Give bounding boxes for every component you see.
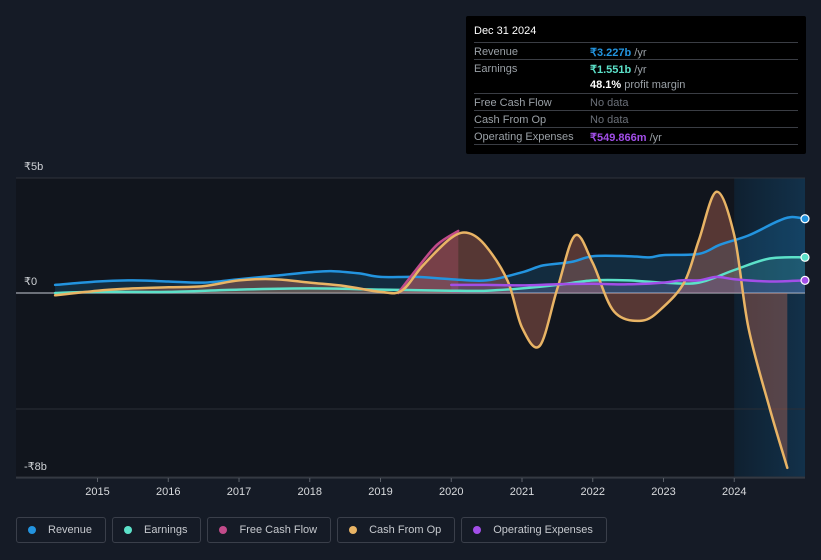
- tooltip-value-number: No data: [590, 97, 629, 109]
- earnings-dot-icon: [124, 526, 133, 534]
- tooltip-divider: [474, 144, 798, 162]
- plot-background: [16, 178, 805, 478]
- legend-label: Revenue: [48, 524, 93, 536]
- operating-expenses-dot-icon: [473, 526, 482, 534]
- x-tick-label: 2022: [581, 486, 605, 498]
- tooltip: Dec 31 2024 Revenue ₹3.227b /yr Earnings ₹1…: [466, 16, 806, 154]
- legend-label: Cash From Op: [369, 524, 442, 536]
- tooltip-row: 48.1% profit margin: [474, 76, 798, 93]
- tooltip-label: Operating Expenses: [474, 131, 574, 143]
- x-tick-label: 2024: [722, 486, 746, 498]
- x-tick-label: 2021: [510, 486, 534, 498]
- tooltip-label: Cash From Op: [474, 114, 547, 126]
- tooltip-value-unit: /yr: [631, 64, 647, 76]
- legend-label: Operating Expenses: [493, 524, 593, 536]
- tooltip-value: 48.1% profit margin: [590, 79, 685, 91]
- legend: Revenue Earnings Free Cash Flow Cash Fro…: [16, 517, 607, 543]
- tooltip-value-number: 48.1%: [590, 79, 622, 91]
- legend-item-cash-from-op[interactable]: Cash From Op: [337, 517, 456, 543]
- y-tick-label: ₹0: [24, 276, 37, 288]
- x-tick-label: 2020: [439, 486, 463, 498]
- legend-label: Earnings: [144, 524, 188, 536]
- tooltip-value-unit: /yr: [631, 47, 647, 59]
- tooltip-value-number: ₹549.866m: [590, 132, 647, 144]
- tooltip-date: Dec 31 2024: [474, 25, 537, 37]
- legend-item-revenue[interactable]: Revenue: [16, 517, 107, 543]
- tooltip-value-unit: profit margin: [621, 79, 686, 91]
- tooltip-label: Earnings: [474, 63, 518, 75]
- legend-label: Free Cash Flow: [239, 524, 318, 536]
- tooltip-value: No data: [590, 97, 629, 109]
- revenue-dot-icon: [28, 526, 36, 534]
- x-tick-label: 2017: [227, 486, 251, 498]
- free-cash-flow-dot-icon: [219, 526, 228, 534]
- tooltip-value-number: ₹3.227b: [590, 47, 632, 59]
- legend-item-free-cash-flow[interactable]: Free Cash Flow: [207, 517, 332, 543]
- tooltip-label: Revenue: [474, 46, 519, 58]
- tooltip-value: No data: [590, 114, 629, 126]
- tooltip-value-number: ₹1.551b: [590, 64, 632, 76]
- operating-expenses-end-dot: [800, 275, 810, 285]
- earnings-end-dot: [800, 252, 810, 262]
- x-tick-label: 2019: [368, 486, 392, 498]
- tooltip-row: Free Cash Flow No data: [474, 93, 798, 111]
- x-tick-label: 2018: [298, 486, 322, 498]
- tooltip-row: Cash From Op No data: [474, 110, 798, 128]
- x-tick-label: 2016: [156, 486, 180, 498]
- tooltip-value: ₹549.866m /yr: [590, 131, 662, 144]
- tooltip-label: Free Cash Flow: [474, 97, 552, 109]
- tooltip-row: Operating Expenses ₹549.866m /yr: [474, 127, 798, 145]
- x-tick-label: 2015: [85, 486, 109, 498]
- tooltip-value-number: No data: [590, 114, 629, 126]
- tooltip-row: Earnings ₹1.551b /yr: [474, 59, 798, 77]
- tooltip-row: Revenue ₹3.227b /yr: [474, 42, 798, 60]
- revenue-end-dot: [800, 214, 810, 224]
- legend-item-earnings[interactable]: Earnings: [112, 517, 202, 543]
- tooltip-value-unit: /yr: [646, 132, 662, 144]
- legend-item-operating-expenses[interactable]: Operating Expenses: [461, 517, 607, 543]
- x-tick-label: 2023: [651, 486, 675, 498]
- y-tick-label: ₹5b: [24, 161, 43, 173]
- tooltip-value: ₹1.551b /yr: [590, 63, 647, 76]
- cash-from-op-dot-icon: [349, 526, 358, 534]
- tooltip-value: ₹3.227b /yr: [590, 46, 647, 59]
- y-tick-label: -₹8b: [24, 461, 47, 473]
